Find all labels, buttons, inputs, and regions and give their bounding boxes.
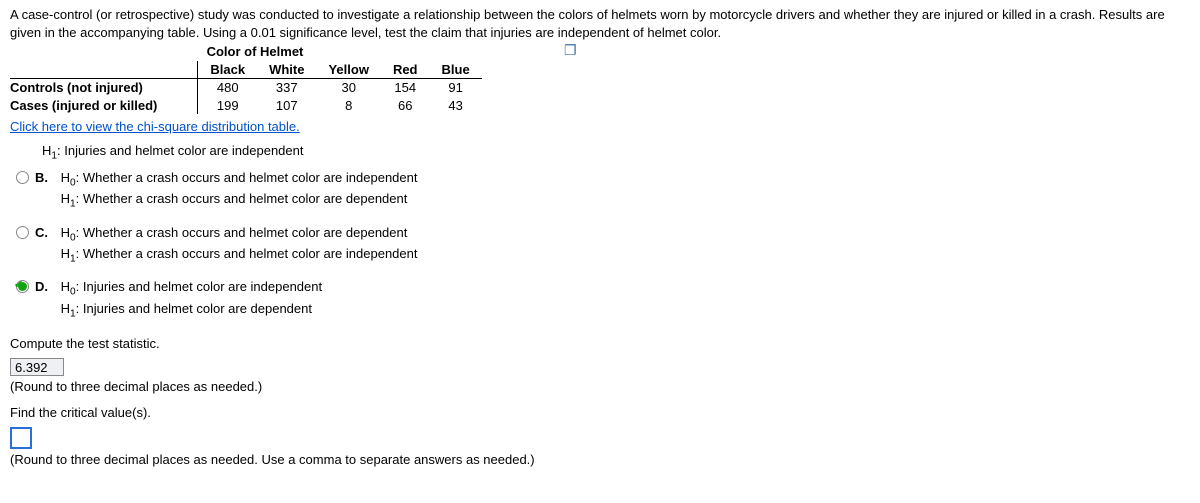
table-caption: Color of Helmet xyxy=(10,43,500,61)
checkmark-icon: ✔ xyxy=(14,278,23,293)
question-intro: A case-control (or retrospective) study … xyxy=(10,6,1190,41)
cell: 154 xyxy=(381,79,430,97)
data-table: Black White Yellow Red Blue Controls (no… xyxy=(10,61,482,115)
option-text: Injuries and helmet color are independen… xyxy=(83,279,322,294)
cell: 8 xyxy=(316,97,380,115)
h0-label: H0: xyxy=(61,170,83,185)
cell: 107 xyxy=(257,97,316,115)
chi-square-table-link[interactable]: Click here to view the chi-square distri… xyxy=(10,119,300,134)
option-letter: D. xyxy=(35,278,53,296)
h1-label: H1: xyxy=(61,301,83,316)
cell: 30 xyxy=(316,79,380,97)
radio-icon[interactable] xyxy=(16,226,29,239)
row-label: Controls (not injured) xyxy=(10,79,198,97)
cell: 480 xyxy=(198,79,257,97)
option-c[interactable]: C. H0: Whether a crash occurs and helmet… xyxy=(16,218,1190,273)
h0-label: H0: xyxy=(61,225,83,240)
compute-prompt: Compute the test statistic. xyxy=(10,335,1190,353)
option-text: Whether a crash occurs and helmet color … xyxy=(83,170,418,185)
row-label: Cases (injured or killed) xyxy=(10,97,198,115)
table-row: Controls (not injured) 480 337 30 154 91 xyxy=(10,79,482,97)
critical-prompt: Find the critical value(s). xyxy=(10,404,1190,422)
col-black: Black xyxy=(198,61,257,79)
cell: 66 xyxy=(381,97,430,115)
data-table-wrap: ❐ Color of Helmet Black White Yellow Red… xyxy=(10,43,1190,114)
test-statistic-input[interactable] xyxy=(10,358,64,376)
h0-label: H0: xyxy=(61,279,83,294)
crit-hint: (Round to three decimal places as needed… xyxy=(10,451,1190,469)
cell: 199 xyxy=(198,97,257,115)
option-text: Injuries and helmet color are dependent xyxy=(83,301,312,316)
col-red: Red xyxy=(381,61,430,79)
copy-icon[interactable]: ❐ xyxy=(564,41,577,60)
radio-icon[interactable] xyxy=(16,171,29,184)
cell: 43 xyxy=(430,97,482,115)
option-text: Whether a crash occurs and helmet color … xyxy=(83,246,418,261)
col-white: White xyxy=(257,61,316,79)
option-text: Whether a crash occurs and helmet color … xyxy=(83,225,407,240)
option-b[interactable]: B. H0: Whether a crash occurs and helmet… xyxy=(16,163,1190,218)
option-d[interactable]: ✔ D. H0: Injuries and helmet color are i… xyxy=(16,272,1190,327)
h1-label: H1: xyxy=(61,246,83,261)
radio-icon[interactable]: ✔ xyxy=(16,280,29,293)
cell: 337 xyxy=(257,79,316,97)
option-a-partial: H1: Injuries and helmet color are indepe… xyxy=(16,142,1190,163)
option-letter: C. xyxy=(35,224,53,242)
option-text: Injuries and helmet color are independen… xyxy=(64,143,303,158)
cell: 91 xyxy=(430,79,482,97)
table-row: Cases (injured or killed) 199 107 8 66 4… xyxy=(10,97,482,115)
critical-value-input[interactable] xyxy=(10,427,32,449)
hypothesis-options: H1: Injuries and helmet color are indepe… xyxy=(16,142,1190,327)
h1-label: H1: xyxy=(61,191,83,206)
option-text: Whether a crash occurs and helmet color … xyxy=(83,191,407,206)
col-yellow: Yellow xyxy=(316,61,380,79)
stat-hint: (Round to three decimal places as needed… xyxy=(10,378,1190,396)
h1-label: H1: xyxy=(42,143,64,158)
option-letter: B. xyxy=(35,169,53,187)
col-blue: Blue xyxy=(430,61,482,79)
